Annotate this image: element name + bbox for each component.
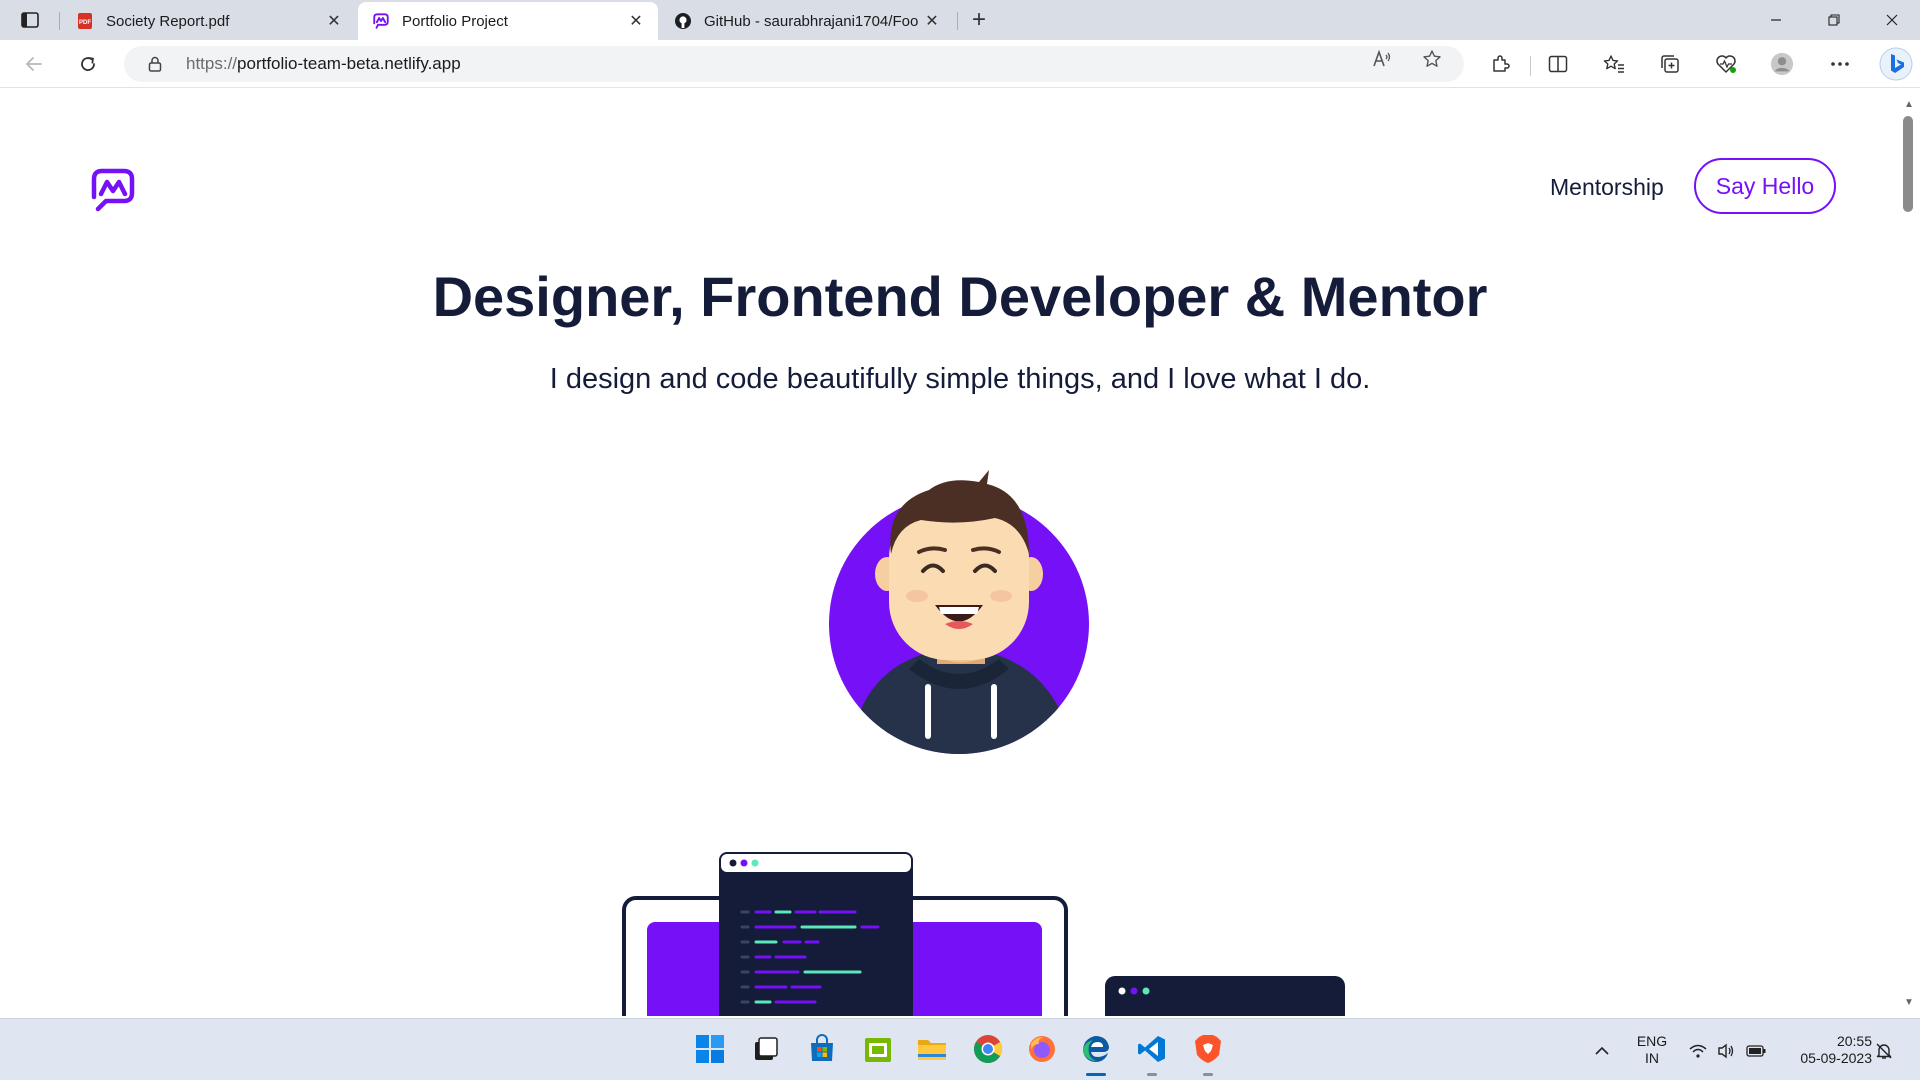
favorite-star-icon[interactable]: [1422, 49, 1442, 69]
tab-separator: [59, 12, 60, 30]
favorites-icon[interactable]: [1602, 52, 1626, 76]
lock-icon[interactable]: [146, 55, 164, 73]
portfolio-logo-icon: [372, 12, 390, 30]
page-scrollbar[interactable]: [1898, 88, 1920, 1016]
region-code: IN: [1645, 1050, 1659, 1066]
web-page-viewport: Mentorship Say Hello Designer, Frontend …: [5, 88, 1900, 1016]
hero-subtitle: I design and code beautifully simple thi…: [549, 363, 1371, 395]
devices-illustration: [622, 852, 1345, 1016]
split-screen-icon[interactable]: [1546, 52, 1570, 76]
clock-date: 05-09-2023: [1800, 1050, 1872, 1066]
clock[interactable]: 20:55 05-09-2023: [1780, 1033, 1872, 1067]
clock-time: 20:55: [1836, 1033, 1872, 1049]
tab-separator: [957, 12, 958, 30]
tab-society-report[interactable]: PDF Society Report.pdf ✕: [62, 2, 356, 40]
hero-title: Designer, Frontend Developer & Mentor: [432, 265, 1488, 328]
task-view-icon[interactable]: [748, 1031, 784, 1067]
chevron-up-icon[interactable]: [1592, 1041, 1612, 1061]
read-aloud-icon[interactable]: [1372, 49, 1392, 69]
scroll-down-arrow-icon[interactable]: ▼: [1898, 994, 1920, 1010]
close-tab-icon[interactable]: ✕: [626, 11, 646, 31]
scroll-up-arrow-icon[interactable]: ▲: [1898, 96, 1920, 112]
collections-icon[interactable]: [1658, 52, 1682, 76]
profile-avatar-icon[interactable]: [1770, 52, 1794, 76]
nvidia-app-icon[interactable]: [860, 1031, 896, 1067]
new-tab-button[interactable]: +: [965, 6, 993, 33]
restore-button[interactable]: [1806, 0, 1862, 40]
scrollbar-thumb[interactable]: [1903, 116, 1913, 212]
tab-title: GitHub - saurabhrajani1704/Foo: [704, 12, 919, 30]
browser-tab-bar: PDF Society Report.pdf ✕ Portfolio Proje…: [0, 0, 1920, 40]
minimize-button[interactable]: [1748, 0, 1804, 40]
bing-copilot-icon[interactable]: [1878, 46, 1914, 82]
battery-icon[interactable]: [1746, 1041, 1766, 1061]
tab-actions-icon[interactable]: [12, 8, 48, 32]
language-code: ENG: [1636, 1033, 1668, 1049]
svg-text:PDF: PDF: [79, 20, 91, 26]
github-icon: [674, 12, 692, 30]
portfolio-logo[interactable]: [89, 166, 137, 214]
start-windows-icon[interactable]: [692, 1031, 728, 1067]
close-window-button[interactable]: [1864, 0, 1920, 40]
nav-link-mentorship[interactable]: Mentorship: [1550, 174, 1664, 201]
microsoft-store-icon[interactable]: [804, 1031, 840, 1067]
settings-more-icon[interactable]: [1828, 52, 1852, 76]
brave-icon[interactable]: [1190, 1031, 1226, 1076]
tab-title: Portfolio Project: [402, 12, 508, 30]
browser-toolbar: https://portfolio-team-beta.netlify.app: [0, 40, 1920, 88]
tab-github[interactable]: GitHub - saurabhrajani1704/Foo ✕: [660, 2, 954, 40]
firefox-icon[interactable]: [1024, 1031, 1060, 1067]
back-button[interactable]: [18, 48, 50, 80]
close-tab-icon[interactable]: ✕: [922, 11, 942, 31]
wifi-icon[interactable]: [1688, 1041, 1708, 1061]
windows-taskbar: ENG IN 20:55 05-09-2023: [0, 1018, 1920, 1080]
address-bar[interactable]: https://portfolio-team-beta.netlify.app: [124, 46, 1464, 82]
tab-portfolio-project[interactable]: Portfolio Project ✕: [358, 2, 658, 40]
refresh-button[interactable]: [72, 48, 104, 80]
chrome-icon[interactable]: [970, 1031, 1006, 1067]
vscode-icon[interactable]: [1134, 1031, 1170, 1076]
say-hello-button[interactable]: Say Hello: [1694, 158, 1836, 214]
tab-title: Society Report.pdf: [106, 12, 230, 30]
close-tab-icon[interactable]: ✕: [324, 11, 344, 31]
language-indicator[interactable]: ENG IN: [1632, 1033, 1672, 1067]
extensions-icon[interactable]: [1488, 52, 1512, 76]
pdf-icon: PDF: [76, 12, 94, 30]
edge-icon[interactable]: [1078, 1031, 1114, 1076]
avatar-illustration: [829, 470, 1089, 754]
toolbar-separator: [1530, 56, 1531, 76]
file-explorer-icon[interactable]: [914, 1031, 950, 1067]
url-text[interactable]: https://portfolio-team-beta.netlify.app: [186, 54, 461, 74]
browser-essentials-icon[interactable]: [1714, 52, 1738, 76]
volume-icon[interactable]: [1716, 1041, 1736, 1061]
notification-bell-icon[interactable]: [1874, 1041, 1894, 1061]
